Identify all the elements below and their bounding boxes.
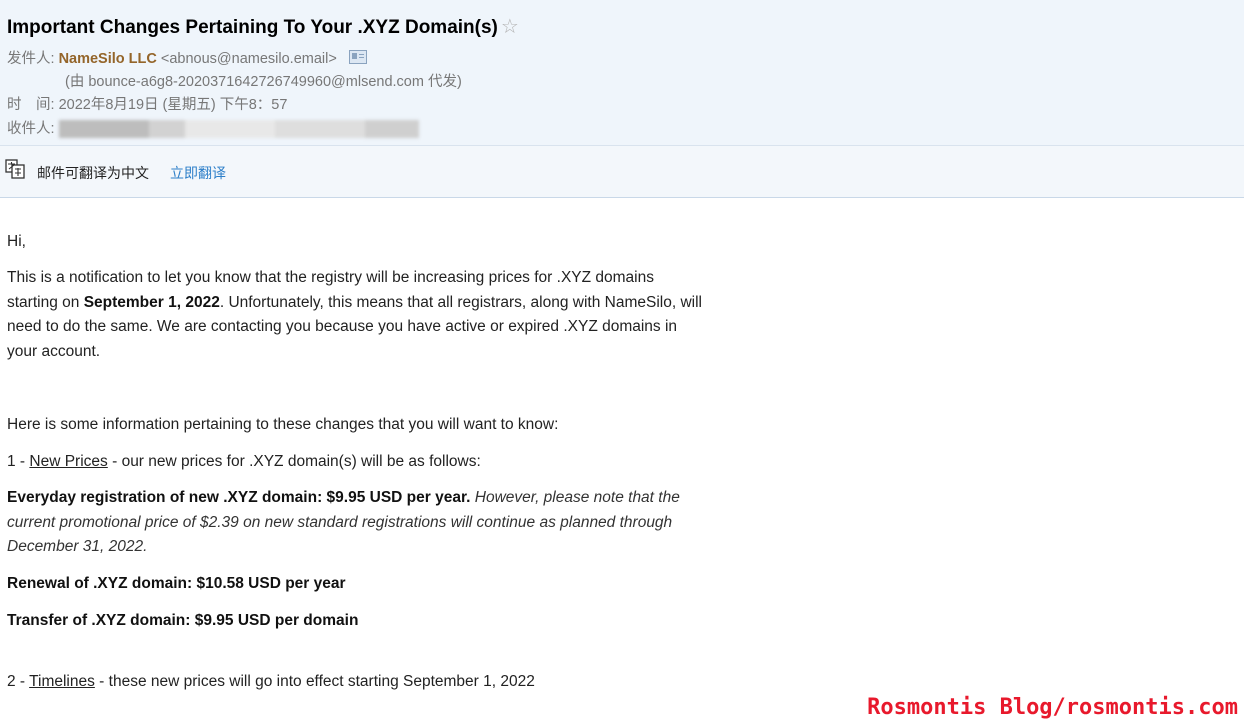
subject-text: Important Changes Pertaining To Your .XY… bbox=[7, 17, 498, 38]
from-label: 发件人: bbox=[7, 51, 55, 67]
item2-number: 2 - bbox=[7, 673, 30, 690]
contact-card-icon[interactable] bbox=[348, 50, 367, 65]
item1-text: - our new prices for .XYZ domain(s) will… bbox=[107, 453, 481, 470]
sender-email[interactable]: <abnous@namesilo.email> bbox=[161, 51, 337, 67]
sender-name[interactable]: NameSilo LLC bbox=[59, 51, 157, 67]
star-icon[interactable]: ☆ bbox=[501, 16, 519, 38]
registration-price: Everyday registration of new .XYZ domain… bbox=[7, 486, 697, 560]
renewal-price: Renewal of .XYZ domain: $10.58 USD per y… bbox=[7, 575, 346, 592]
item2-text: - these new prices will go into effect s… bbox=[94, 673, 535, 690]
transfer-price: Transfer of .XYZ domain: $9.95 USD per d… bbox=[7, 612, 359, 629]
time-label: 时 间: bbox=[7, 97, 55, 113]
timelines-link[interactable]: Timelines bbox=[29, 673, 95, 690]
translate-prompt: 邮件可翻译为中文 bbox=[37, 165, 149, 181]
translate-icon bbox=[5, 159, 25, 179]
email-header: Important Changes Pertaining To Your .XY… bbox=[0, 0, 1244, 146]
list-item-timelines: 2 - Timelines - these new prices will go… bbox=[7, 670, 707, 695]
paragraph-info: Here is some information pertaining to t… bbox=[7, 416, 559, 433]
watermark: Rosmontis Blog/rosmontis.com bbox=[867, 695, 1238, 720]
item1-number: 1 - bbox=[7, 453, 30, 470]
recipient-redacted bbox=[58, 120, 419, 139]
intro-date: September 1, 2022 bbox=[83, 293, 220, 311]
email-subject: Important Changes Pertaining To Your .XY… bbox=[7, 14, 519, 39]
sent-via-text: (由 bounce-a6g8-2020371642726749960@mlsen… bbox=[65, 74, 462, 90]
to-row: 收件人: bbox=[7, 117, 419, 139]
to-label: 收件人: bbox=[7, 121, 55, 137]
registration-price-bold: Everyday registration of new .XYZ domain… bbox=[7, 489, 471, 506]
translate-bar: 邮件可翻译为中文 立即翻译 bbox=[0, 146, 1244, 198]
translate-now-link[interactable]: 立即翻译 bbox=[170, 163, 226, 183]
greeting: Hi, bbox=[7, 233, 26, 250]
time-row: 时 间: 2022年8月19日 (星期五) 下午8：57 bbox=[7, 93, 287, 114]
sent-via-row: (由 bounce-a6g8-2020371642726749960@mlsen… bbox=[65, 70, 462, 91]
paragraph-intro: This is a notification to let you know t… bbox=[7, 266, 702, 364]
from-row: 发件人: NameSilo LLC <abnous@namesilo.email… bbox=[7, 47, 367, 68]
new-prices-link[interactable]: New Prices bbox=[29, 453, 107, 470]
list-item-new-prices: 1 - New Prices - our new prices for .XYZ… bbox=[7, 450, 707, 475]
time-value: 2022年8月19日 (星期五) 下午8：57 bbox=[58, 97, 288, 113]
